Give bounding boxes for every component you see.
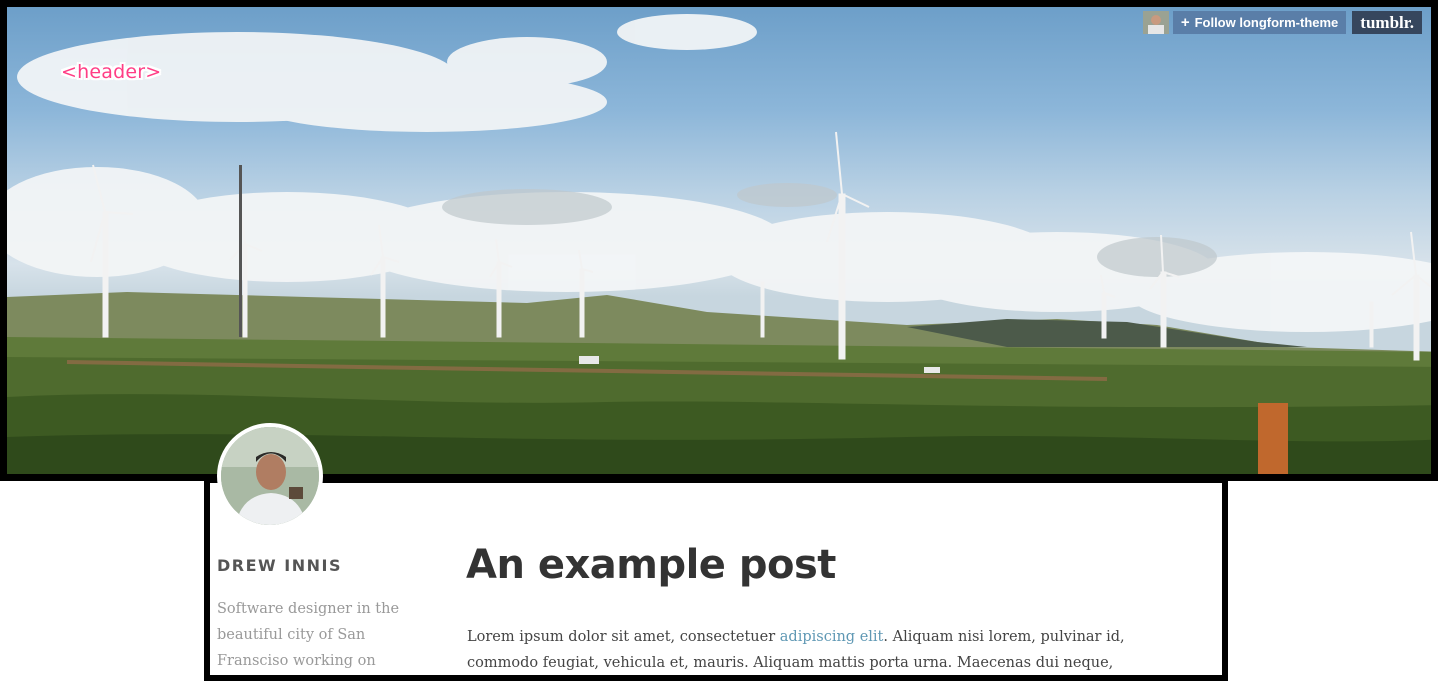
blog-avatar-thumbnail[interactable]	[1142, 11, 1169, 34]
author-name: DREW INNIS	[217, 556, 342, 575]
header: <header> + Follow longform-theme tumblr.	[0, 0, 1438, 481]
avatar-photo-icon	[221, 427, 319, 525]
follow-button-label: Follow longform-theme	[1194, 15, 1339, 30]
header-background-image	[7, 14, 1431, 474]
post-body-text: Lorem ipsum dolor sit amet, consectetuer	[467, 629, 780, 645]
tumblr-logo[interactable]: tumblr.	[1352, 11, 1422, 34]
author-bio: Software designer in the beautiful city …	[217, 601, 400, 669]
author-avatar	[217, 423, 323, 529]
follow-button[interactable]: + Follow longform-theme	[1172, 11, 1347, 34]
post-inline-link[interactable]: adipiscing elit	[780, 629, 884, 645]
plus-icon: +	[1180, 14, 1190, 31]
avatar-photo-icon	[1142, 11, 1169, 34]
header-label: <header>	[61, 61, 162, 83]
tumblr-controls: + Follow longform-theme tumblr.	[1142, 11, 1422, 34]
post-body: Lorem ipsum dolor sit amet, consectetuer…	[467, 624, 1127, 676]
post-title: An example post	[466, 542, 836, 588]
